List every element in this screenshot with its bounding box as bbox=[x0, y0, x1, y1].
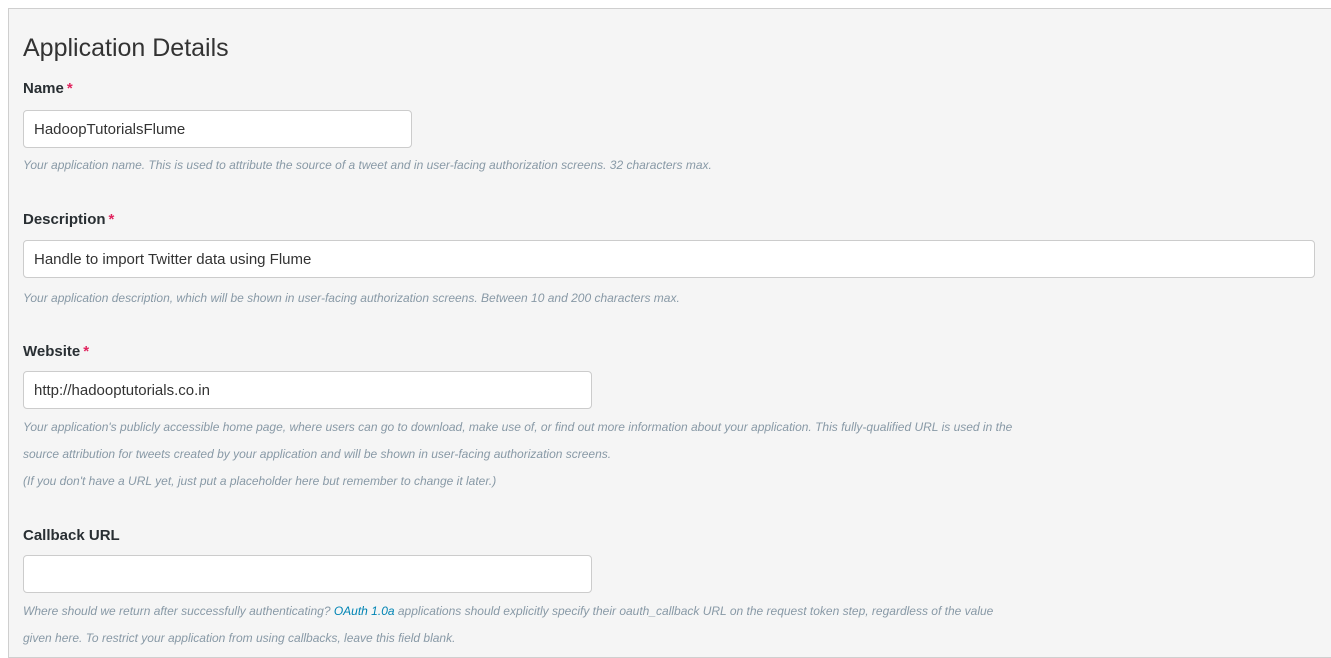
website-help-line-2: source attribution for tweets created by… bbox=[23, 447, 612, 461]
website-label: Website * bbox=[23, 342, 89, 362]
callback-url-help-post: applications should explicitly specify t… bbox=[394, 604, 994, 618]
page-title: Application Details bbox=[23, 34, 229, 62]
callback-url-input[interactable] bbox=[23, 555, 592, 593]
oauth-link[interactable]: OAuth 1.0a bbox=[334, 604, 395, 618]
description-help-text: Your application description, which will… bbox=[23, 291, 680, 305]
name-input[interactable] bbox=[23, 110, 412, 148]
name-required-marker: * bbox=[66, 80, 73, 97]
website-label-text: Website bbox=[23, 343, 81, 360]
callback-url-label-text: Callback URL bbox=[23, 527, 120, 544]
callback-url-help-line-1: Where should we return after successfull… bbox=[23, 601, 993, 622]
website-required-marker: * bbox=[83, 343, 90, 360]
name-label-text: Name bbox=[23, 80, 64, 97]
description-label-text: Description bbox=[23, 211, 106, 228]
application-details-form: Application Details Name* Your applicati… bbox=[8, 8, 1331, 658]
website-help-line-1: Your application's publicly accessible h… bbox=[23, 420, 1013, 434]
description-input[interactable] bbox=[23, 240, 1315, 278]
callback-url-help-pre: Where should we return after successfull… bbox=[23, 604, 334, 618]
website-help-line-3: (If you don't have a URL yet, just put a… bbox=[23, 474, 497, 488]
website-input[interactable] bbox=[23, 371, 592, 409]
callback-url-help-line-2: given here. To restrict your application… bbox=[23, 631, 456, 645]
name-label: Name * bbox=[23, 79, 73, 99]
description-label: Description * bbox=[23, 210, 114, 230]
name-help-text: Your application name. This is used to a… bbox=[23, 158, 712, 172]
callback-url-label: Callback URL bbox=[23, 526, 120, 546]
description-required-marker: * bbox=[108, 211, 115, 228]
